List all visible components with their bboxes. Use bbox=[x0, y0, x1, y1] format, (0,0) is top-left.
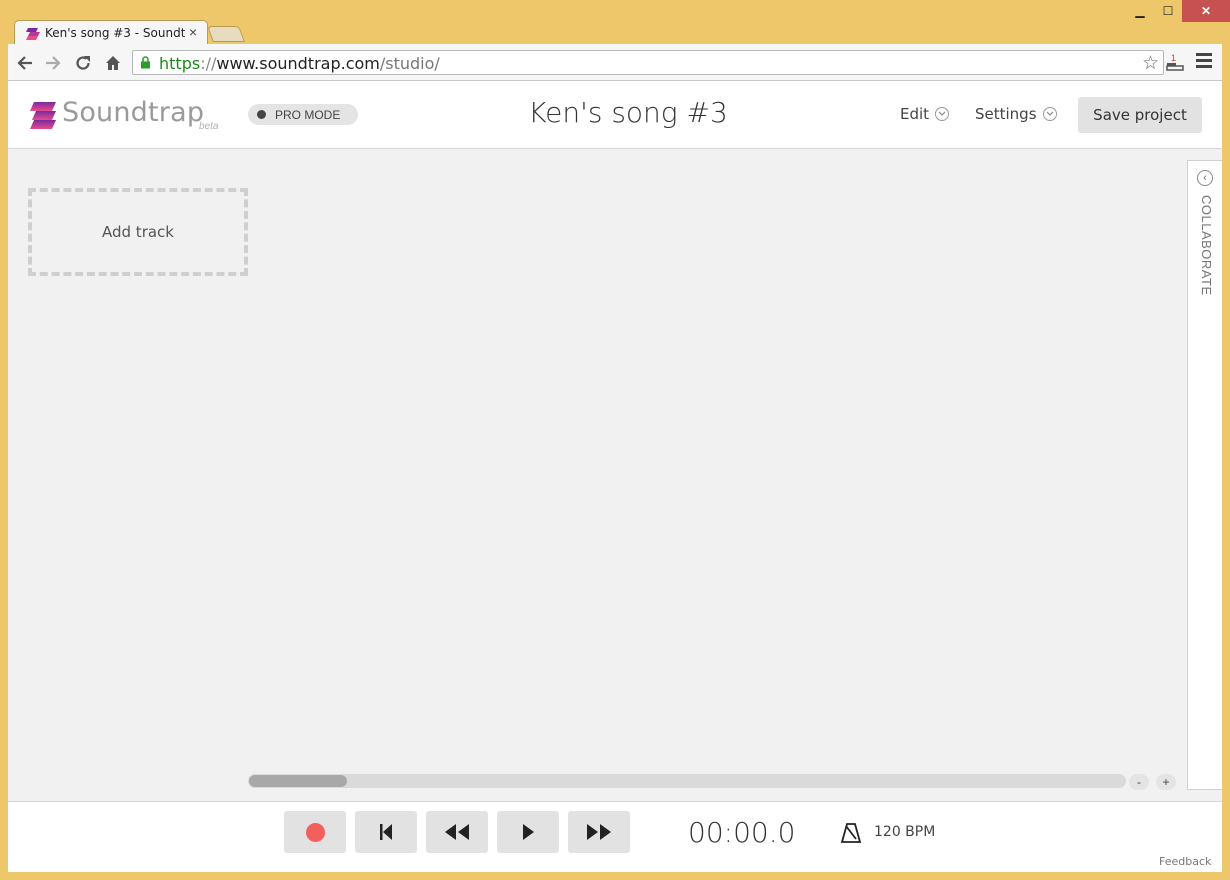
pro-mode-label: PRO MODE bbox=[275, 107, 341, 122]
url-separator: :// bbox=[200, 54, 217, 73]
browser-tab[interactable]: Ken's song #3 - Soundt × bbox=[14, 20, 208, 46]
chevron-down-icon bbox=[1042, 107, 1057, 121]
rewind-icon bbox=[445, 824, 469, 840]
fast-forward-button[interactable] bbox=[568, 811, 630, 853]
fast-forward-icon bbox=[587, 824, 611, 840]
chevron-left-icon[interactable]: ‹ bbox=[1197, 170, 1213, 186]
back-icon[interactable] bbox=[14, 52, 36, 74]
minimize-button[interactable]: ▁ bbox=[1126, 0, 1154, 22]
play-icon bbox=[523, 824, 534, 840]
tab-title: Ken's song #3 - Soundt bbox=[45, 26, 185, 40]
lock-icon bbox=[141, 56, 150, 69]
scrollbar-thumb[interactable] bbox=[249, 775, 347, 787]
soundtrap-favicon-icon bbox=[26, 28, 40, 40]
save-project-button[interactable]: Save project bbox=[1078, 97, 1202, 133]
extension-badge: 1 bbox=[1171, 53, 1176, 63]
add-track-button[interactable]: Add track bbox=[28, 188, 248, 276]
app-header: Soundtrap beta PRO MODE Ken's song #3 Ed… bbox=[8, 81, 1222, 149]
bookmark-star-icon[interactable]: ☆ bbox=[1142, 52, 1159, 75]
tempo-bpm[interactable]: 120 BPM bbox=[874, 824, 935, 840]
collaborate-panel-tab[interactable]: ‹ COLLABORATE bbox=[1187, 160, 1222, 790]
brand-name: Soundtrap bbox=[62, 97, 205, 128]
new-tab-button[interactable] bbox=[207, 26, 245, 42]
playhead-time: 00:00.0 bbox=[688, 816, 796, 849]
settings-menu[interactable]: Settings bbox=[975, 105, 1057, 123]
edit-menu[interactable]: Edit bbox=[900, 105, 950, 123]
forward-icon[interactable] bbox=[42, 52, 64, 74]
reload-icon[interactable] bbox=[72, 52, 94, 74]
tab-close-icon[interactable]: × bbox=[189, 24, 197, 40]
browser-toolbar: https://www.soundtrap.com/studio/ ☆ 1 bbox=[8, 44, 1222, 81]
soundtrap-logo-icon bbox=[30, 102, 56, 129]
feedback-link[interactable]: Feedback bbox=[1159, 855, 1211, 868]
browser-menu-icon[interactable] bbox=[1196, 53, 1212, 71]
horizontal-scrollbar[interactable] bbox=[248, 774, 1126, 788]
home-icon[interactable] bbox=[102, 52, 124, 74]
browser-window: Ken's song #3 - Soundt × ▁ ☐ ✕ https://w… bbox=[0, 0, 1230, 880]
soundtrap-app: Soundtrap beta PRO MODE Ken's song #3 Ed… bbox=[8, 81, 1222, 872]
close-window-button[interactable]: ✕ bbox=[1182, 0, 1230, 22]
pro-mode-toggle[interactable]: PRO MODE bbox=[248, 104, 358, 125]
title-bar: Ken's song #3 - Soundt × ▁ ☐ ✕ bbox=[0, 0, 1230, 46]
beta-label: beta bbox=[199, 121, 219, 132]
settings-menu-label: Settings bbox=[975, 105, 1037, 123]
play-button[interactable] bbox=[497, 811, 559, 853]
toggle-dot-icon bbox=[257, 110, 266, 119]
transport-bar: 00:00.0 120 BPM Feedback bbox=[8, 801, 1222, 872]
maximize-button[interactable]: ☐ bbox=[1154, 0, 1182, 22]
rewind-button[interactable] bbox=[426, 811, 488, 853]
edit-menu-label: Edit bbox=[900, 105, 930, 123]
record-button[interactable] bbox=[284, 811, 346, 853]
zoom-out-button[interactable]: - bbox=[1129, 774, 1149, 790]
url-host: www.soundtrap.com bbox=[216, 54, 380, 73]
browser-viewport: https://www.soundtrap.com/studio/ ☆ 1 So… bbox=[8, 44, 1222, 872]
go-to-start-button[interactable] bbox=[355, 811, 417, 853]
chevron-down-icon bbox=[935, 107, 950, 121]
extension-icon[interactable]: 1 bbox=[1164, 52, 1186, 74]
metronome-icon[interactable] bbox=[840, 822, 862, 844]
collaborate-label: COLLABORATE bbox=[1199, 195, 1214, 296]
url-scheme: https bbox=[159, 54, 201, 73]
skip-back-icon bbox=[380, 824, 392, 840]
song-title[interactable]: Ken's song #3 bbox=[428, 96, 828, 129]
address-bar[interactable]: https://www.soundtrap.com/studio/ ☆ bbox=[132, 50, 1164, 75]
zoom-in-button[interactable]: + bbox=[1156, 774, 1176, 790]
url-path: /studio/ bbox=[379, 54, 440, 73]
window-controls: ▁ ☐ ✕ bbox=[1126, 0, 1230, 22]
url-text: https://www.soundtrap.com/studio/ bbox=[159, 54, 440, 73]
record-icon bbox=[305, 822, 325, 842]
